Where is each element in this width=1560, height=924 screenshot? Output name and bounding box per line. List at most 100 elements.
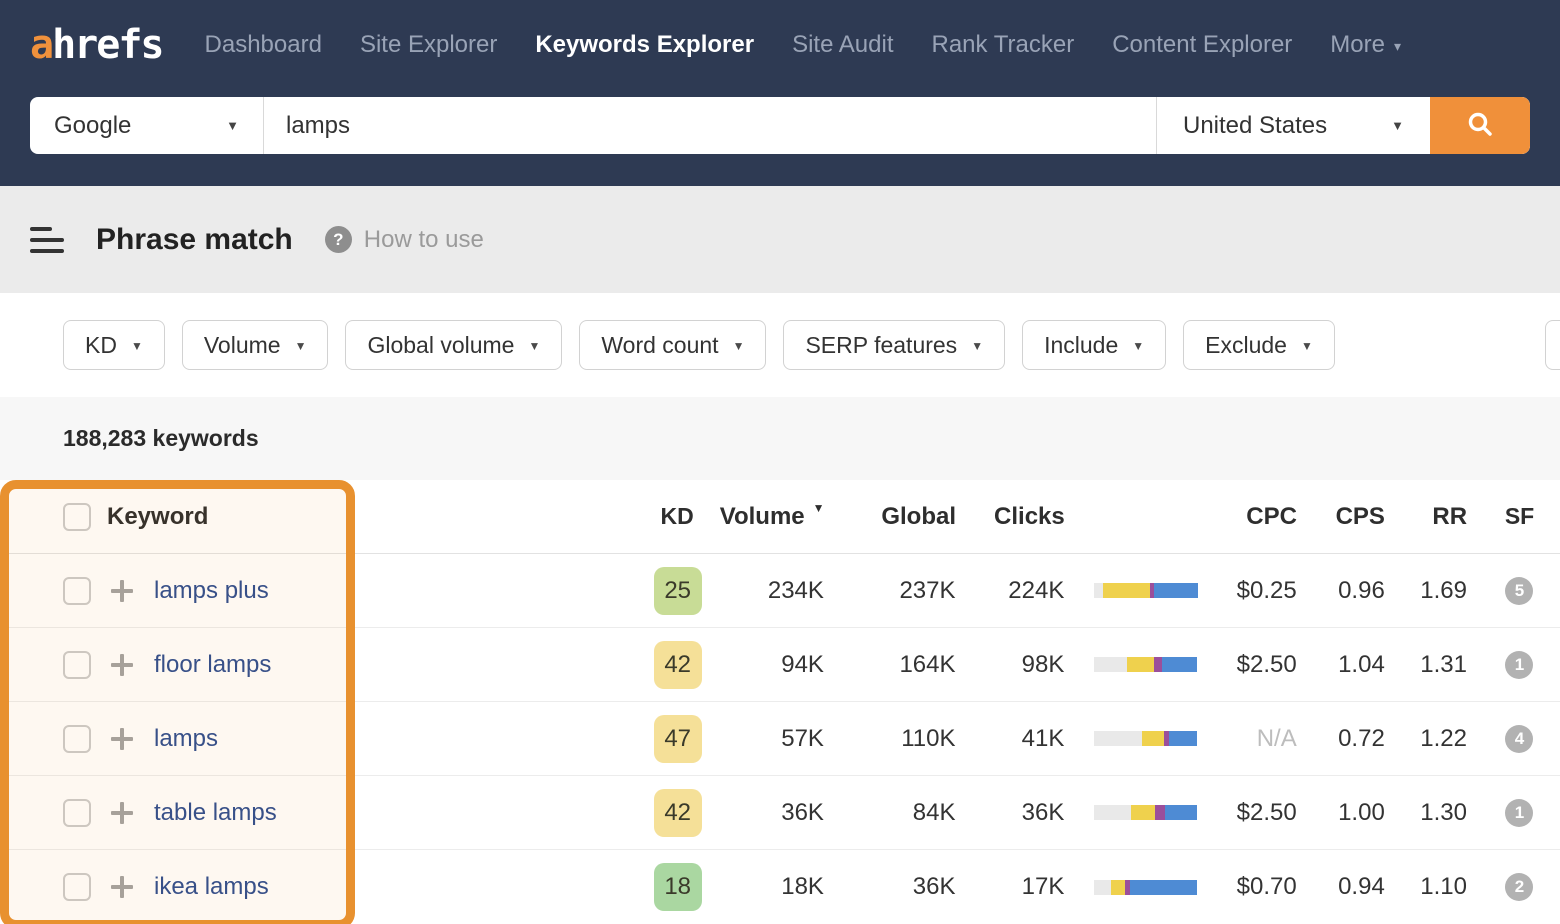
- volume-value: 36K: [722, 799, 836, 827]
- filter-button-serp-features[interactable]: SERP features▼: [783, 320, 1005, 370]
- global-volume-value: 164K: [836, 651, 968, 679]
- cpc-value: $0.25: [1215, 577, 1309, 605]
- nav-item-more[interactable]: More▾: [1330, 31, 1401, 59]
- column-header-volume[interactable]: Volume ▼: [722, 503, 837, 531]
- page-title: Phrase match: [96, 223, 293, 257]
- nav-item-content-explorer[interactable]: Content Explorer: [1112, 31, 1292, 59]
- top-navigation: ahrefs Dashboard Site Explorer Keywords Ex…: [0, 0, 1560, 90]
- ahrefs-logo[interactable]: ahrefs: [30, 22, 163, 68]
- keyword-search-bar: Google ▼ United States ▼: [30, 97, 1530, 154]
- clicks-value: 41K: [968, 725, 1077, 753]
- filter-button-word-count[interactable]: Word count▼: [579, 320, 766, 370]
- select-all-checkbox[interactable]: [63, 503, 91, 531]
- nav-item-keywords-explorer[interactable]: Keywords Explorer: [535, 31, 754, 59]
- rr-value: 1.30: [1397, 799, 1479, 827]
- rr-value: 1.10: [1397, 873, 1479, 901]
- column-header-cps[interactable]: CPS: [1309, 503, 1397, 531]
- table-row: table lamps 42 36K 84K 36K $2.50 1.00 1.…: [0, 776, 1560, 850]
- cpc-value: N/A: [1215, 725, 1309, 753]
- how-to-use-link[interactable]: ? How to use: [325, 226, 484, 254]
- search-icon: [1466, 110, 1494, 141]
- keyword-link[interactable]: lamps: [154, 725, 218, 753]
- chevron-down-icon: ▼: [226, 118, 239, 133]
- global-volume-value: 110K: [836, 725, 968, 753]
- sidebar-toggle-icon[interactable]: [30, 227, 64, 253]
- filter-button-global-volume[interactable]: Global volume▼: [345, 320, 562, 370]
- column-header-keyword[interactable]: Keyword: [107, 503, 208, 531]
- chevron-down-icon: ▼: [528, 339, 540, 353]
- search-engine-select[interactable]: Google ▼: [30, 97, 264, 154]
- page-header: Phrase match ? How to use: [0, 186, 1560, 293]
- row-checkbox[interactable]: [63, 873, 91, 901]
- filter-button-include[interactable]: Include▼: [1022, 320, 1166, 370]
- nav-item-rank-tracker[interactable]: Rank Tracker: [931, 31, 1074, 59]
- add-to-list-icon[interactable]: [107, 724, 137, 754]
- nav-item-site-explorer[interactable]: Site Explorer: [360, 31, 497, 59]
- chevron-down-icon: ▼: [1132, 339, 1144, 353]
- cpc-value: $0.70: [1215, 873, 1309, 901]
- clicks-value: 17K: [968, 873, 1077, 901]
- how-to-use-label: How to use: [364, 226, 484, 254]
- cps-value: 1.00: [1309, 799, 1397, 827]
- row-checkbox[interactable]: [63, 577, 91, 605]
- filter-button-volume[interactable]: Volume▼: [182, 320, 329, 370]
- filter-button-kd[interactable]: KD▼: [63, 320, 165, 370]
- nav-item-dashboard[interactable]: Dashboard: [205, 31, 322, 59]
- column-header-cpc[interactable]: CPC: [1215, 503, 1309, 531]
- column-header-rr[interactable]: RR: [1397, 503, 1479, 531]
- column-header-clicks[interactable]: Clicks: [968, 503, 1077, 531]
- keyword-query-input[interactable]: [264, 97, 1156, 154]
- row-checkbox[interactable]: [63, 651, 91, 679]
- kd-badge: 42: [654, 641, 702, 689]
- add-to-list-icon[interactable]: [107, 650, 137, 680]
- filter-button-partial[interactable]: [1545, 320, 1560, 370]
- table-row: lamps plus 25 234K 237K 224K $0.25 0.96 …: [0, 554, 1560, 628]
- chevron-down-icon: ▼: [1391, 118, 1404, 133]
- chevron-down-icon: ▼: [733, 339, 745, 353]
- serp-features-count-badge[interactable]: 1: [1505, 799, 1533, 827]
- serp-features-count-badge[interactable]: 4: [1505, 725, 1533, 753]
- keyword-link[interactable]: ikea lamps: [154, 873, 269, 901]
- rr-value: 1.69: [1397, 577, 1479, 605]
- cpc-value: $2.50: [1215, 651, 1309, 679]
- table-body: lamps plus 25 234K 237K 224K $0.25 0.96 …: [0, 554, 1560, 924]
- keywords-count: 188,283 keywords: [63, 425, 259, 452]
- clicks-value: 36K: [968, 799, 1077, 827]
- keyword-link[interactable]: table lamps: [154, 799, 277, 827]
- chevron-down-icon: ▼: [971, 339, 983, 353]
- filter-button-exclude[interactable]: Exclude▼: [1183, 320, 1335, 370]
- keyword-link[interactable]: floor lamps: [154, 651, 271, 679]
- table-row: ikea lamps 18 18K 36K 17K $0.70 0.94 1.1…: [0, 850, 1560, 924]
- clicks-distribution-bar: [1094, 731, 1198, 746]
- search-button[interactable]: [1430, 97, 1530, 154]
- add-to-list-icon[interactable]: [107, 872, 137, 902]
- serp-features-count-badge[interactable]: 5: [1505, 577, 1533, 605]
- chevron-down-icon: ▼: [1301, 339, 1313, 353]
- clicks-distribution-bar: [1094, 805, 1198, 820]
- serp-features-count-badge[interactable]: 2: [1505, 873, 1533, 901]
- volume-value: 94K: [722, 651, 836, 679]
- clicks-distribution-bar: [1094, 880, 1198, 895]
- global-volume-value: 84K: [836, 799, 968, 827]
- add-to-list-icon[interactable]: [107, 576, 137, 606]
- row-checkbox[interactable]: [63, 725, 91, 753]
- clicks-distribution-bar: [1094, 583, 1198, 598]
- logo-rest: hrefs: [52, 22, 162, 68]
- row-checkbox[interactable]: [63, 799, 91, 827]
- column-header-kd[interactable]: KD: [633, 503, 722, 530]
- nav-item-site-audit[interactable]: Site Audit: [792, 31, 893, 59]
- cpc-value: $2.50: [1215, 799, 1309, 827]
- keyword-link[interactable]: lamps plus: [154, 577, 269, 605]
- filter-toolbar: KD▼ Volume▼ Global volume▼ Word count▼ SERP …: [0, 293, 1560, 397]
- results-count-band: 188,283 keywords: [0, 397, 1560, 480]
- rr-value: 1.22: [1397, 725, 1479, 753]
- help-icon: ?: [325, 226, 352, 253]
- add-to-list-icon[interactable]: [107, 798, 137, 828]
- column-header-sf[interactable]: SF: [1479, 503, 1560, 530]
- country-select[interactable]: United States ▼: [1156, 97, 1430, 154]
- cps-value: 1.04: [1309, 651, 1397, 679]
- serp-features-count-badge[interactable]: 1: [1505, 651, 1533, 679]
- country-value: United States: [1183, 112, 1327, 140]
- column-header-global[interactable]: Global: [837, 503, 968, 531]
- chevron-down-icon: ▼: [295, 339, 307, 353]
